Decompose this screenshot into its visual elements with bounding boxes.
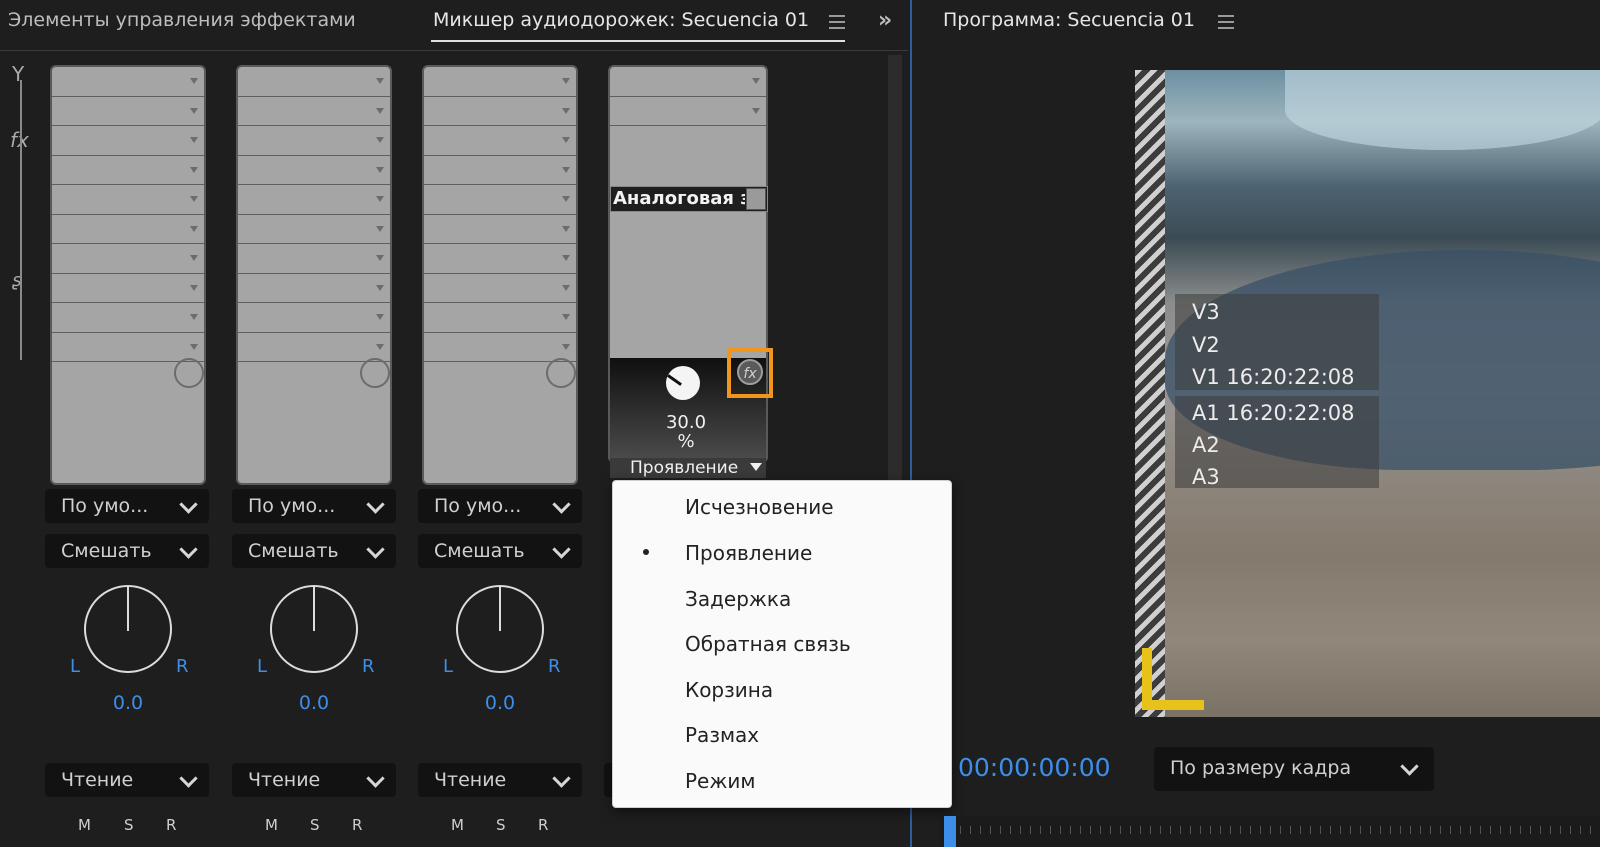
section-bracket-line bbox=[20, 80, 22, 360]
sky-highlight bbox=[1285, 70, 1600, 150]
tab-effects-controls[interactable]: Элементы управления эффектами bbox=[8, 9, 356, 31]
tab-program[interactable]: Программа: Secuencia 01 bbox=[943, 9, 1195, 31]
pan-left-label: L bbox=[257, 656, 268, 677]
fx-bypass-icon: fx bbox=[737, 359, 763, 385]
menu-item[interactable]: Проявление bbox=[685, 541, 812, 565]
overflow-tabs-icon[interactable]: » bbox=[878, 8, 892, 33]
overlay-a3: A3 bbox=[1192, 465, 1220, 489]
program-menu-icon[interactable] bbox=[1218, 15, 1234, 29]
pan-left-label: L bbox=[443, 656, 454, 677]
overlay-v3: V3 bbox=[1192, 300, 1220, 324]
tab-audio-mixer[interactable]: Микшер аудиодорожек: Secuencia 01 bbox=[433, 9, 809, 31]
mute-button-ch2[interactable]: M bbox=[265, 816, 278, 834]
effect-param-dropdown[interactable]: Проявление bbox=[610, 458, 766, 478]
panel-menu-icon[interactable] bbox=[829, 15, 845, 29]
effects-rack-ch3[interactable] bbox=[422, 65, 578, 485]
overlay-v1: V1 16:20:22:08 bbox=[1192, 365, 1355, 389]
effects-rack-ch1[interactable] bbox=[50, 65, 206, 485]
pan-right-label: R bbox=[176, 656, 189, 677]
effect-param-name: Проявление bbox=[630, 458, 739, 478]
pan-right-label: R bbox=[548, 656, 561, 677]
selected-bullet-icon bbox=[643, 549, 649, 555]
pan-knob-ch2[interactable] bbox=[270, 585, 358, 673]
timeline-ruler[interactable] bbox=[940, 816, 1600, 847]
route-dropdown-ch1[interactable]: По умо... bbox=[45, 489, 209, 523]
menu-item[interactable]: Обратная связь bbox=[685, 632, 851, 656]
pan-value-ch2[interactable]: 0.0 bbox=[284, 692, 344, 714]
pan-left-label: L bbox=[70, 656, 81, 677]
route-dropdown-ch3[interactable]: По умо... bbox=[418, 489, 582, 523]
menu-item[interactable]: Задержка bbox=[685, 587, 791, 611]
safe-corner-marker-horizontal bbox=[1142, 700, 1204, 710]
automation-dropdown-ch2[interactable]: Чтение bbox=[232, 763, 396, 797]
safe-margin-stripes bbox=[1135, 70, 1165, 717]
overlay-a2: A2 bbox=[1192, 433, 1220, 457]
send-knob-ch3[interactable] bbox=[546, 358, 576, 388]
effects-rack-ch2[interactable] bbox=[236, 65, 392, 485]
pan-right-label: R bbox=[362, 656, 375, 677]
send-knob-ch2[interactable] bbox=[360, 358, 390, 388]
mute-button-ch1[interactable]: M bbox=[78, 816, 91, 834]
menu-item[interactable]: Режим bbox=[685, 769, 755, 793]
effect-param-menu: Исчезновение Проявление Задержка Обратна… bbox=[612, 480, 952, 808]
fx-bypass-button[interactable]: fx bbox=[727, 348, 773, 398]
playhead-marker[interactable] bbox=[944, 816, 956, 847]
effect-slot-dropdown-arrow[interactable] bbox=[746, 188, 766, 210]
mixer-scrollbar[interactable] bbox=[888, 55, 902, 485]
record-button-ch2[interactable]: R bbox=[352, 816, 362, 834]
pan-value-ch1[interactable]: 0.0 bbox=[98, 692, 158, 714]
overlay-v2: V2 bbox=[1192, 333, 1220, 357]
y-route-icon: Y bbox=[12, 62, 25, 86]
effect-param-unit: % bbox=[677, 431, 695, 452]
mute-button-ch3[interactable]: M bbox=[451, 816, 464, 834]
record-button-ch3[interactable]: R bbox=[538, 816, 548, 834]
effect-param-value[interactable]: 30.0 bbox=[648, 412, 724, 433]
effect-param-knob[interactable] bbox=[666, 366, 700, 400]
program-video-frame[interactable] bbox=[1135, 70, 1600, 717]
effect-slot-selected[interactable]: Аналоговая з bbox=[610, 186, 768, 212]
effect-name-label: Аналоговая з bbox=[613, 188, 745, 209]
solo-button-ch1[interactable]: S bbox=[124, 816, 134, 834]
blend-dropdown-ch2[interactable]: Смешать bbox=[232, 534, 396, 568]
solo-button-ch2[interactable]: S bbox=[310, 816, 320, 834]
automation-dropdown-ch1[interactable]: Чтение bbox=[45, 763, 209, 797]
send-knob-ch1[interactable] bbox=[174, 358, 204, 388]
mixer-header-divider bbox=[0, 50, 908, 51]
blend-dropdown-ch3[interactable]: Смешать bbox=[418, 534, 582, 568]
automation-dropdown-ch3[interactable]: Чтение bbox=[418, 763, 582, 797]
blend-dropdown-ch1[interactable]: Смешать bbox=[45, 534, 209, 568]
playhead-timecode[interactable]: 00:00:00:00 bbox=[958, 753, 1111, 782]
menu-item[interactable]: Размах bbox=[685, 723, 759, 747]
fit-dropdown[interactable]: По размеру кадра bbox=[1154, 747, 1434, 791]
record-button-ch1[interactable]: R bbox=[166, 816, 176, 834]
pan-value-ch3[interactable]: 0.0 bbox=[470, 692, 530, 714]
pan-knob-ch1[interactable] bbox=[84, 585, 172, 673]
overlay-a1: A1 16:20:22:08 bbox=[1192, 401, 1355, 425]
pan-knob-ch3[interactable] bbox=[456, 585, 544, 673]
ruler-ticks bbox=[960, 826, 1600, 834]
menu-item[interactable]: Корзина bbox=[685, 678, 773, 702]
solo-button-ch3[interactable]: S bbox=[496, 816, 506, 834]
menu-item[interactable]: Исчезновение bbox=[685, 495, 834, 519]
active-tab-underline bbox=[431, 40, 845, 42]
chevron-down-icon bbox=[750, 463, 762, 471]
route-dropdown-ch2[interactable]: По умо... bbox=[232, 489, 396, 523]
